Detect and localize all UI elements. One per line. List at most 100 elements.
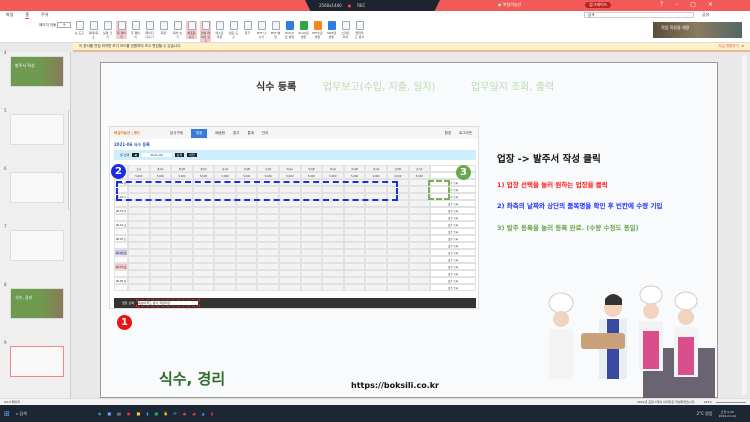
- grid-cell[interactable]: [214, 256, 236, 263]
- grid-cell[interactable]: [235, 207, 258, 214]
- grid-cell[interactable]: [235, 200, 258, 207]
- files-icon[interactable]: ▤: [117, 411, 121, 416]
- slide-thumbnail[interactable]: 발주서 작성: [10, 56, 64, 87]
- grid-cell[interactable]: [128, 284, 150, 291]
- grid-cell[interactable]: [171, 221, 193, 228]
- grid-cell[interactable]: [279, 263, 301, 270]
- grid-cell[interactable]: [149, 263, 172, 270]
- zoom-slider[interactable]: [716, 401, 746, 403]
- grid-cell[interactable]: [214, 277, 236, 284]
- grid-cell[interactable]: [408, 284, 431, 291]
- grid-cell[interactable]: [408, 193, 431, 200]
- grid-cell[interactable]: [279, 228, 301, 235]
- upgrade-button[interactable]: 업그레이드: [585, 2, 612, 8]
- ribbon-button[interactable]: 회전: [158, 21, 169, 35]
- grid-cell[interactable]: [128, 263, 150, 270]
- ribbon-button[interactable]: 쪽 페이지: [116, 21, 127, 39]
- ribbon-button[interactable]: PDF 나누기: [256, 21, 267, 39]
- grid-cell[interactable]: [128, 207, 150, 214]
- grid-cell[interactable]: [408, 256, 431, 263]
- grid-cell[interactable]: [279, 256, 301, 263]
- grid-cell[interactable]: [365, 200, 387, 207]
- grid-cell[interactable]: [149, 228, 172, 235]
- grid-cell[interactable]: [322, 200, 344, 207]
- ribbon-button[interactable]: 손 도구: [74, 21, 85, 35]
- grid-cell[interactable]: [365, 235, 387, 242]
- grid-cell[interactable]: [279, 214, 301, 221]
- grid-cell[interactable]: [171, 200, 193, 207]
- notice-close-button[interactable]: ×: [741, 44, 744, 48]
- share-button[interactable]: 공유: [702, 12, 709, 18]
- order-register-button[interactable]: 발주 등록: [430, 249, 477, 256]
- grid-cell[interactable]: [322, 235, 344, 242]
- grid-cell[interactable]: [386, 263, 409, 270]
- ribbon-button[interactable]: 발표용 보기: [186, 21, 197, 39]
- grid-cell[interactable]: [235, 263, 258, 270]
- taskbar-search[interactable]: ⌕ 검색: [16, 411, 56, 417]
- grid-cell[interactable]: [235, 256, 258, 263]
- grid-cell[interactable]: [365, 228, 387, 235]
- grid-cell[interactable]: [192, 249, 215, 256]
- grid-cell[interactable]: [149, 207, 172, 214]
- grid-cell[interactable]: [214, 263, 236, 270]
- grid-cell[interactable]: [214, 270, 236, 277]
- grid-cell[interactable]: [149, 270, 172, 277]
- grid-cell[interactable]: [343, 242, 366, 249]
- grid-cell[interactable]: [365, 207, 387, 214]
- grid-cell[interactable]: [365, 221, 387, 228]
- grid-cell[interactable]: [408, 221, 431, 228]
- grid-cell[interactable]: [386, 214, 409, 221]
- advertisement-banner[interactable]: 직업 직원들 채용: [653, 22, 742, 38]
- app-icon[interactable]: ●: [127, 411, 131, 416]
- grid-cell[interactable]: [386, 249, 409, 256]
- grid-cell[interactable]: [300, 214, 323, 221]
- grid-cell[interactable]: [300, 242, 323, 249]
- grid-cell[interactable]: [386, 221, 409, 228]
- grid-cell[interactable]: [279, 235, 301, 242]
- ribbon-button[interactable]: 클라우드 문서: [354, 21, 365, 39]
- grid-cell[interactable]: [171, 207, 193, 214]
- grid-cell[interactable]: [300, 249, 323, 256]
- grid-cell[interactable]: [214, 242, 236, 249]
- grid-cell[interactable]: [343, 235, 366, 242]
- grid-cell[interactable]: [279, 200, 301, 207]
- grid-cell[interactable]: [192, 228, 215, 235]
- grid-cell[interactable]: [365, 214, 387, 221]
- ribbon-button[interactable]: 목차 보기: [172, 21, 183, 39]
- grid-cell[interactable]: [214, 249, 236, 256]
- grid-cell[interactable]: [365, 277, 387, 284]
- grid-cell[interactable]: [408, 179, 431, 186]
- order-register-button[interactable]: 발주 등록: [430, 214, 477, 221]
- grid-cell[interactable]: [279, 207, 301, 214]
- grid-cell[interactable]: [322, 284, 344, 291]
- ribbon-button[interactable]: HWP로 변환: [326, 21, 337, 39]
- app-icon[interactable]: ▮: [146, 411, 148, 416]
- grid-cell[interactable]: [149, 277, 172, 284]
- grid-cell[interactable]: [343, 249, 366, 256]
- grid-cell[interactable]: [322, 270, 344, 277]
- grid-cell[interactable]: [343, 284, 366, 291]
- grid-cell[interactable]: [257, 228, 280, 235]
- grid-cell[interactable]: [322, 263, 344, 270]
- grid-cell[interactable]: [408, 207, 431, 214]
- grid-cell[interactable]: [235, 242, 258, 249]
- edge-icon[interactable]: ◉: [98, 411, 102, 416]
- help-button[interactable]: ?: [660, 1, 663, 8]
- clock[interactable]: 오전 9:20 2024-01-04: [719, 410, 736, 418]
- slide-thumbnail[interactable]: [10, 230, 64, 261]
- grid-cell[interactable]: [408, 270, 431, 277]
- grid-cell[interactable]: [257, 214, 280, 221]
- grid-cell[interactable]: [257, 200, 280, 207]
- grid-cell[interactable]: [192, 263, 215, 270]
- grid-cell[interactable]: [343, 200, 366, 207]
- grid-cell[interactable]: [192, 242, 215, 249]
- grid-cell[interactable]: [322, 207, 344, 214]
- grid-cell[interactable]: [365, 249, 387, 256]
- grid-cell[interactable]: [343, 277, 366, 284]
- grid-cell[interactable]: [300, 200, 323, 207]
- grid-cell[interactable]: [171, 235, 193, 242]
- grid-cell[interactable]: [300, 277, 323, 284]
- ribbon-button[interactable]: DOCX로 변환: [284, 21, 295, 39]
- grid-cell[interactable]: [149, 200, 172, 207]
- slide-thumbnail[interactable]: [10, 346, 64, 377]
